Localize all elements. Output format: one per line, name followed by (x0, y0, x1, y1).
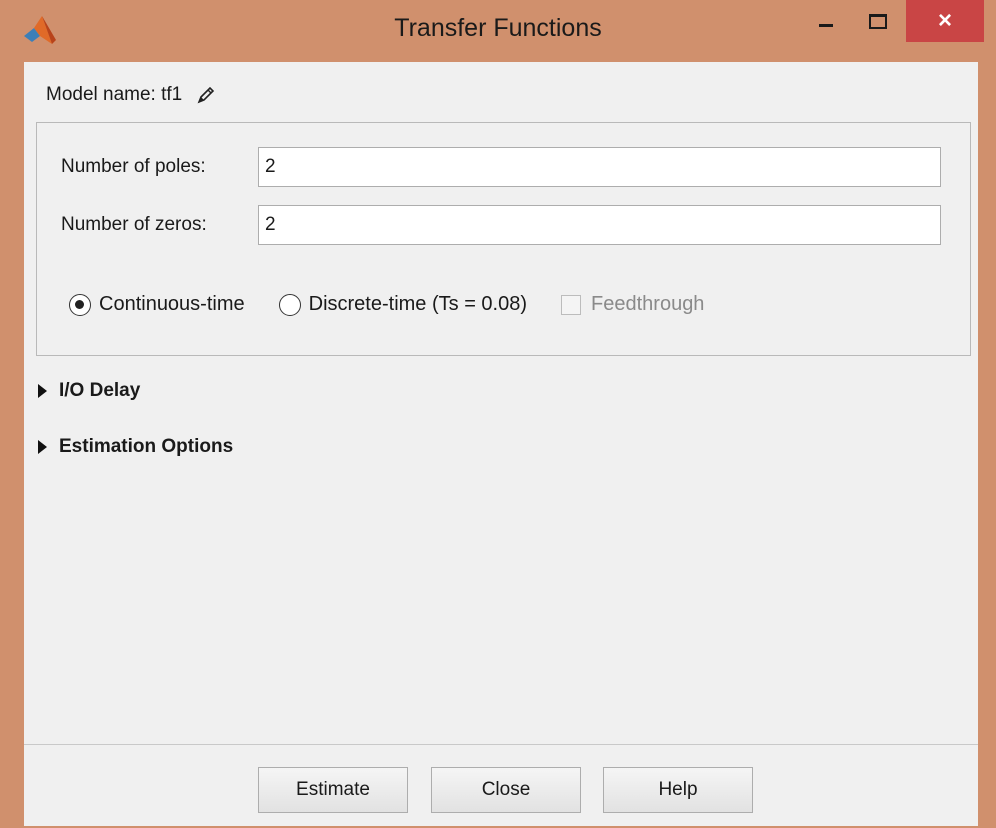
button-bar: Estimate Close Help (24, 745, 978, 826)
zeros-label: Number of zeros: (61, 214, 207, 235)
discrete-time-label: Discrete-time (Ts = 0.08) (308, 293, 528, 315)
estimate-button[interactable]: Estimate (258, 767, 408, 813)
dialog-body: Model name: tf1 Number of poles: Number … (24, 62, 978, 826)
model-name-label: Model name: tf1 (46, 84, 183, 105)
maximize-icon (869, 13, 887, 29)
estimation-options-label: Estimation Options (59, 436, 234, 457)
close-window-button[interactable]: × (906, 0, 984, 42)
time-domain-options: Continuous-time Discrete-time (Ts = 0.08… (69, 293, 704, 316)
minimize-button[interactable] (800, 0, 852, 42)
feedthrough-checkbox: Feedthrough (561, 293, 704, 316)
help-button[interactable]: Help (603, 767, 753, 813)
io-delay-label: I/O Delay (59, 380, 141, 401)
minimize-icon (819, 23, 833, 27)
expand-triangle-icon (38, 384, 47, 398)
continuous-time-radio[interactable]: Continuous-time (69, 293, 245, 316)
continuous-time-label: Continuous-time (99, 293, 245, 315)
pencil-icon[interactable] (196, 85, 216, 105)
poles-label: Number of poles: (61, 156, 206, 177)
checkbox-disabled-icon (561, 294, 582, 315)
zeros-input[interactable] (258, 205, 941, 245)
close-icon: × (937, 7, 952, 34)
matlab-logo-icon (24, 16, 56, 44)
radio-unchecked-icon[interactable] (278, 293, 301, 316)
zeros-row: Number of zeros: (61, 205, 941, 245)
poles-input[interactable] (258, 147, 941, 187)
close-button[interactable]: Close (431, 767, 581, 813)
estimation-options-section-toggle[interactable]: Estimation Options (38, 436, 233, 458)
feedthrough-label: Feedthrough (591, 293, 705, 315)
title-bar[interactable]: Transfer Functions × (0, 0, 996, 62)
transfer-functions-window: Transfer Functions × Model name: tf1 Num… (0, 0, 996, 828)
model-name-row: Model name: tf1 (46, 84, 216, 106)
maximize-button[interactable] (852, 0, 904, 42)
io-delay-section-toggle[interactable]: I/O Delay (38, 380, 140, 402)
poles-row: Number of poles: (61, 147, 941, 187)
structure-group: Number of poles: Number of zeros: Contin… (36, 122, 971, 356)
discrete-time-radio[interactable]: Discrete-time (Ts = 0.08) (278, 293, 528, 316)
radio-checked-icon[interactable] (69, 293, 91, 316)
expand-triangle-icon (38, 440, 47, 454)
